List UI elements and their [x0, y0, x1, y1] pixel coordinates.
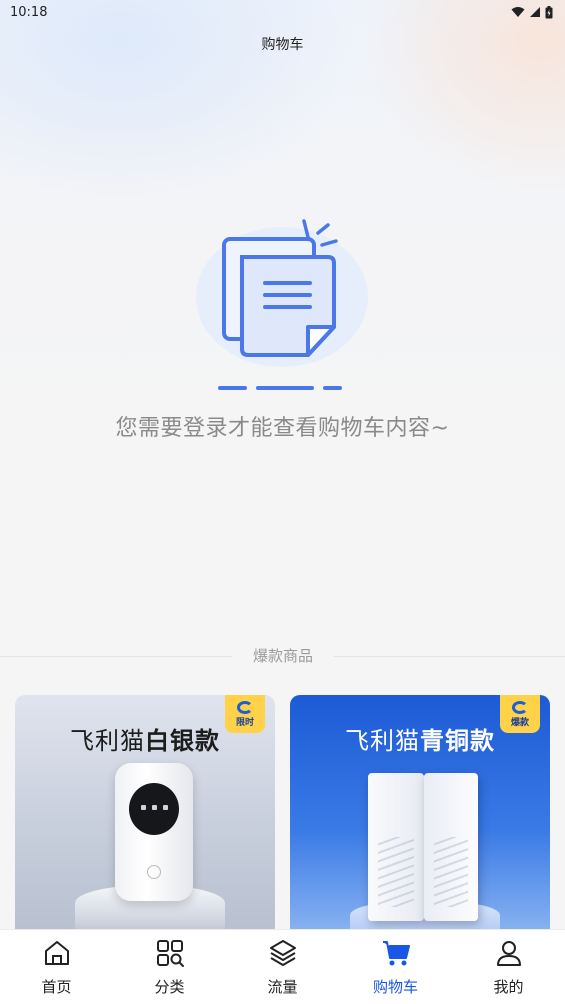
product-title-prefix: 飞利猫 [345, 727, 420, 755]
section-title-hot-products: 爆款商品 [232, 644, 334, 668]
cart-icon [382, 941, 410, 966]
tab-category[interactable]: 分类 [113, 930, 226, 1004]
tab-label: 首页 [41, 978, 72, 996]
user-icon [496, 941, 521, 966]
device-button-icon [147, 865, 161, 879]
badge-label: 限时 [235, 717, 254, 728]
brand-logo-icon [512, 700, 528, 714]
bottom-tab-bar: 首页 分类 流量 购物车 我的 [0, 929, 565, 1004]
product-image [368, 773, 424, 921]
status-bar: 10:18 [0, 0, 565, 24]
home-icon [44, 941, 69, 965]
tab-data-traffic[interactable]: 流量 [226, 930, 339, 1004]
category-icon [156, 940, 184, 967]
product-badge: 限时 [225, 695, 265, 733]
status-time: 10:18 [10, 4, 48, 20]
tab-cart[interactable]: 购物车 [339, 930, 452, 1004]
product-image-side [424, 773, 478, 921]
status-icons [511, 5, 553, 19]
page-title: 购物车 [261, 37, 304, 53]
layers-icon [269, 940, 296, 966]
tab-home[interactable]: 首页 [0, 930, 113, 1004]
product-title-bold: 青铜款 [420, 727, 495, 755]
badge-label: 爆款 [510, 717, 529, 728]
tab-label: 分类 [154, 978, 185, 996]
product-badge: 爆款 [500, 695, 540, 733]
battery-icon [545, 5, 553, 18]
tab-profile[interactable]: 我的 [452, 930, 565, 1004]
wifi-icon [511, 7, 525, 17]
product-image [115, 763, 193, 901]
brand-logo-icon [237, 700, 253, 714]
product-card-silver[interactable]: 飞利猫白银款 限时 [15, 695, 275, 940]
tab-label: 流量 [267, 978, 298, 996]
product-card-bronze[interactable]: 飞利猫青铜款 爆款 [290, 695, 550, 940]
product-title-bold: 白银款 [145, 727, 220, 755]
device-screen [129, 783, 179, 835]
document-empty-icon [196, 219, 368, 390]
empty-cart-message: 您需要登录才能查看购物车内容~ [115, 416, 450, 441]
tab-label: 购物车 [372, 978, 418, 996]
product-title-prefix: 飞利猫 [70, 727, 145, 755]
tab-label: 我的 [493, 978, 524, 996]
signal-icon [530, 7, 540, 17]
